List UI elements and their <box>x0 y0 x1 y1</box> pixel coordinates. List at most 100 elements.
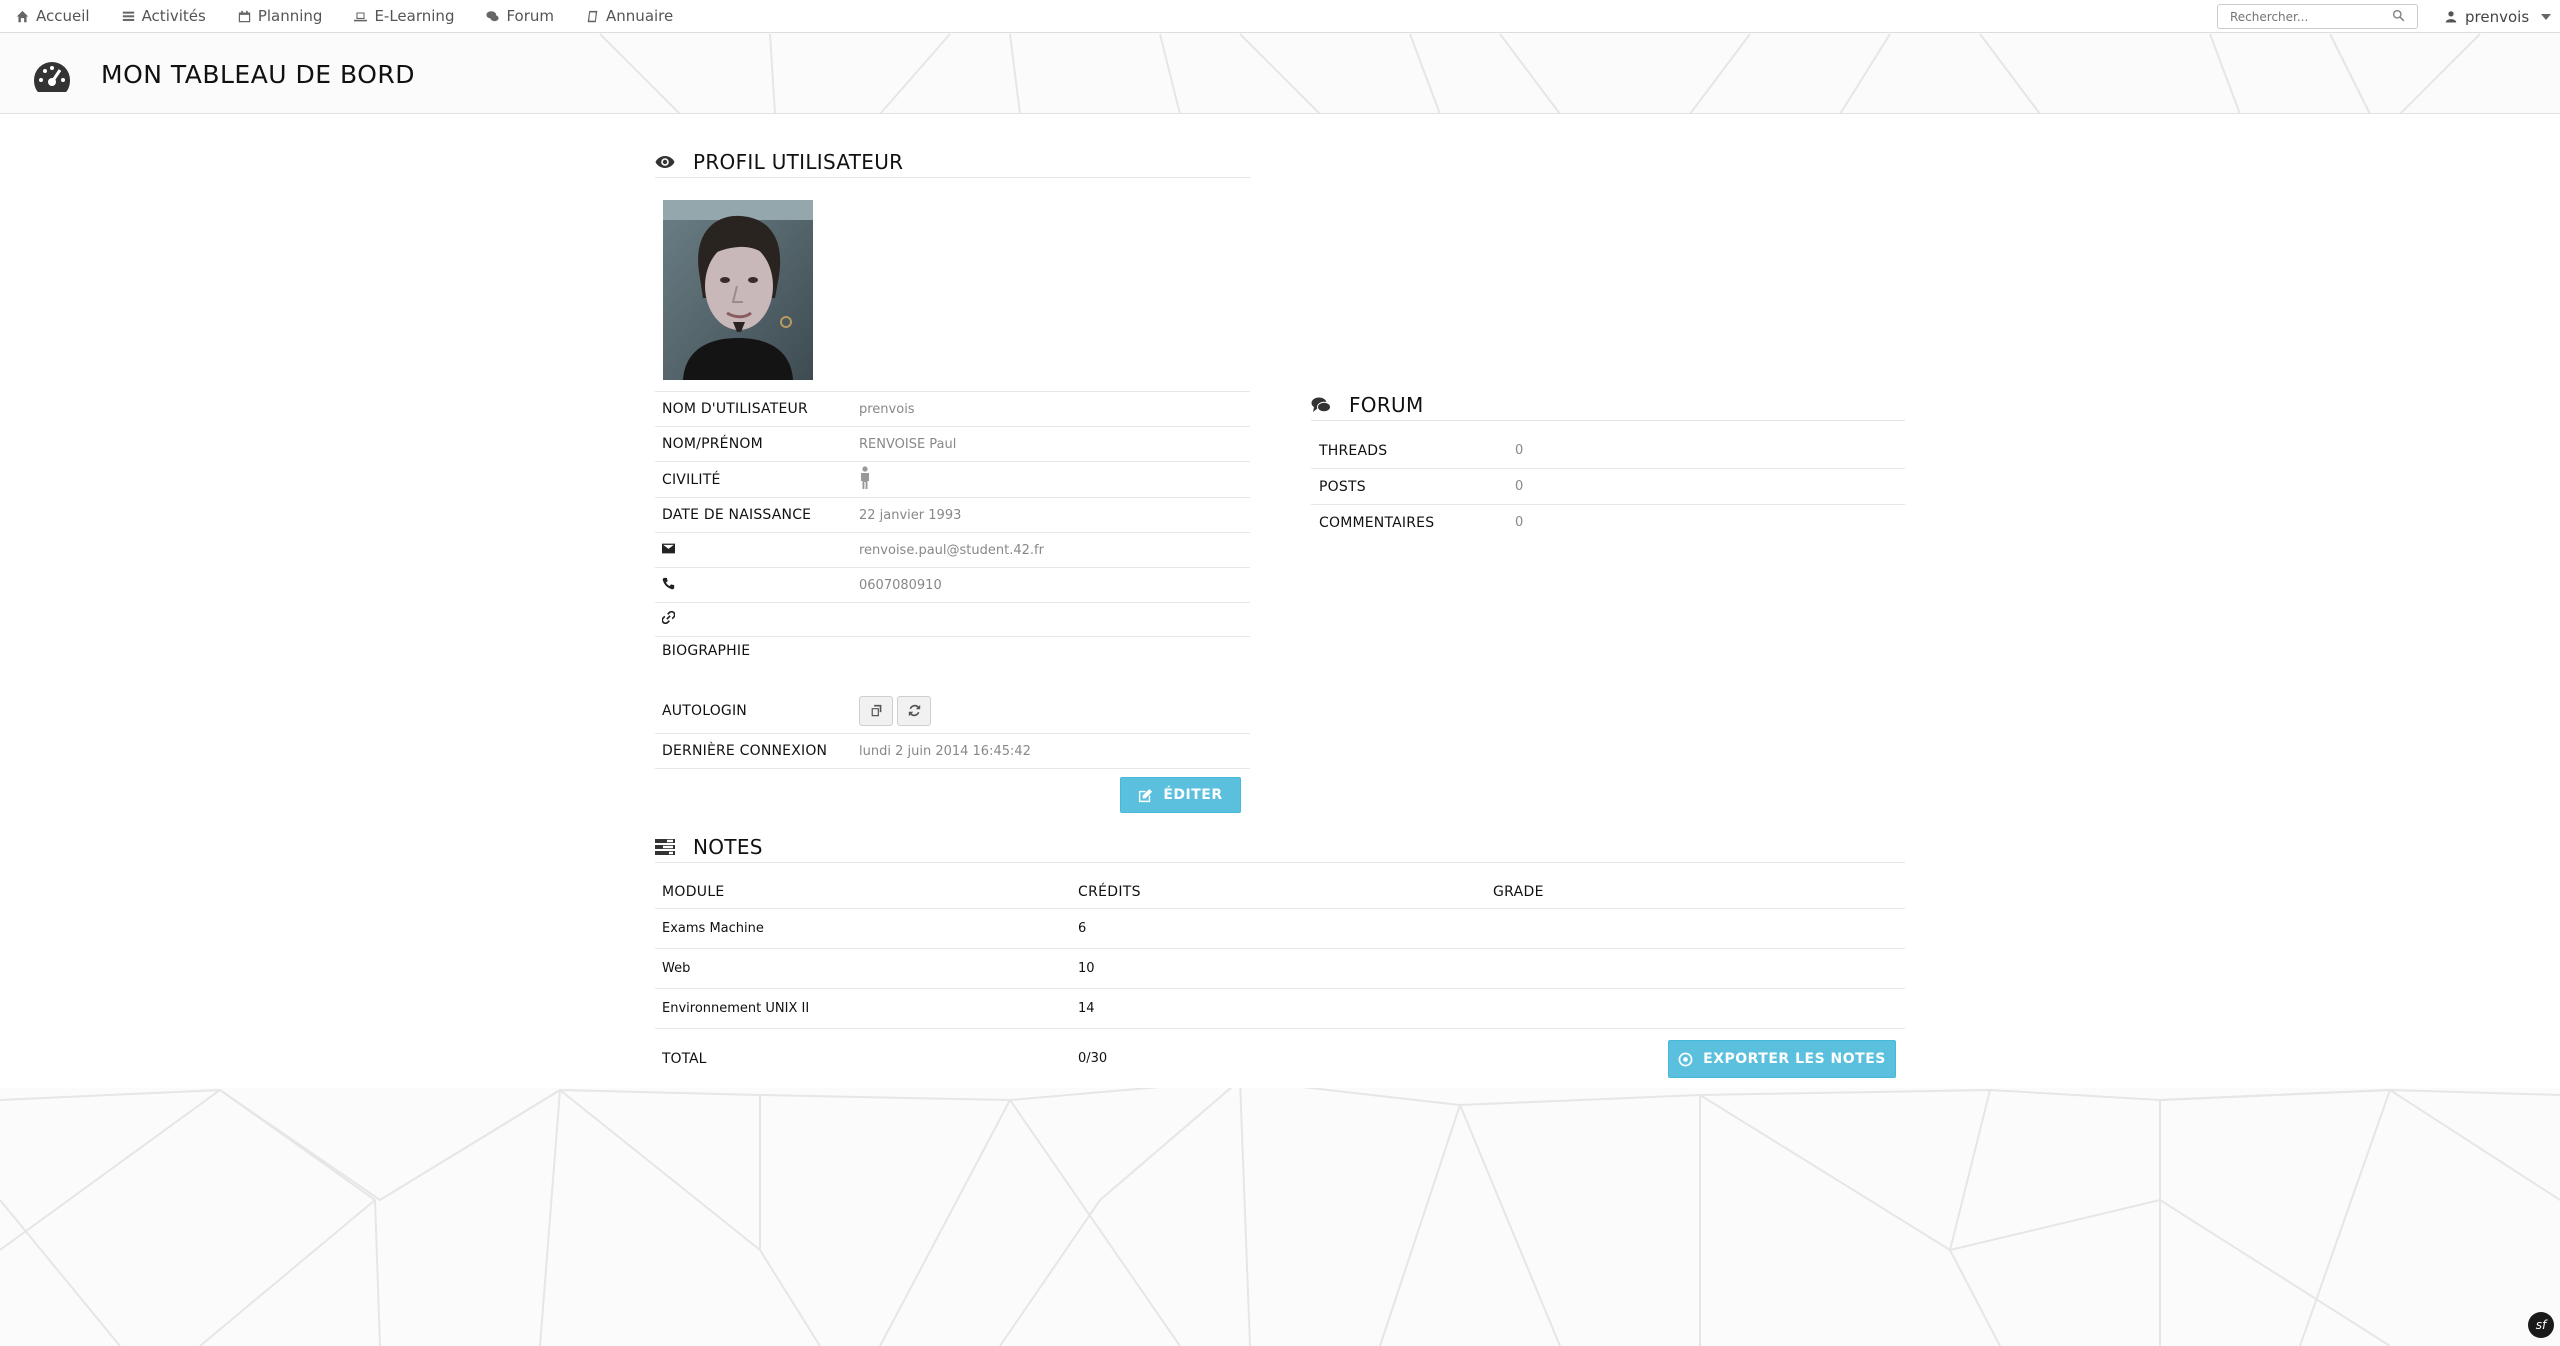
calendar-icon <box>238 10 251 22</box>
row-value <box>859 465 871 494</box>
row-value: RENVOISE Paul <box>859 436 957 452</box>
cell-credits: 6 <box>1078 921 1087 936</box>
link-icon <box>661 610 676 625</box>
row-value: 0 <box>1515 443 1524 458</box>
row-value: 22 janvier 1993 <box>859 507 962 523</box>
notes-section-title: NOTES <box>655 835 763 859</box>
user-menu[interactable]: prenvois <box>2445 0 2552 33</box>
notes-title: NOTES <box>693 835 763 859</box>
forum-row-comments: COMMENTAIRES 0 <box>1311 505 1905 540</box>
phone-icon <box>662 577 675 589</box>
profile-row-civility: CIVILITÉ <box>655 461 1250 497</box>
home-icon <box>16 10 29 22</box>
nav-item-forum[interactable]: Forum <box>470 0 570 33</box>
nav-item-label: Activités <box>141 7 206 25</box>
profile-row-username: NOM D'UTILISATEUR prenvois <box>655 391 1250 426</box>
row-label: DATE DE NAISSANCE <box>662 507 812 523</box>
comments-icon <box>1311 397 1331 413</box>
circle-icon <box>1678 1052 1693 1066</box>
divider <box>655 177 1250 178</box>
row-label: DERNIÈRE CONNEXION <box>662 743 828 759</box>
nav-item-label: Forum <box>506 7 555 25</box>
divider <box>1311 420 1905 421</box>
notes-table-header: MODULE CRÉDITS GRADE <box>655 876 1905 908</box>
row-value: 0 <box>1515 479 1524 494</box>
column-header-module: MODULE <box>662 884 725 900</box>
row-label: BIOGRAPHIE <box>662 643 751 659</box>
row-label: NOM D'UTILISATEUR <box>662 401 808 417</box>
total-label: TOTAL <box>662 1050 707 1067</box>
profile-row-link <box>655 602 1250 636</box>
nav-item-label: Annuaire <box>606 7 674 25</box>
refresh-button[interactable] <box>897 695 931 726</box>
cell-credits: 10 <box>1078 961 1095 976</box>
cell-module: Environnement UNIX II <box>662 1001 810 1016</box>
row-value: 0 <box>1515 515 1524 530</box>
cell-credits: 14 <box>1078 1001 1095 1016</box>
row-value: prenvois <box>859 401 915 417</box>
forum-section-title: FORUM <box>1311 393 1424 417</box>
forum-title: FORUM <box>1349 393 1424 417</box>
profile-row-birthdate: DATE DE NAISSANCE 22 janvier 1993 <box>655 497 1250 532</box>
list-icon <box>122 11 134 21</box>
edit-button[interactable]: ÉDITER <box>1120 777 1241 813</box>
search-icon[interactable] <box>2392 9 2405 22</box>
forum-row-posts: POSTS 0 <box>1311 469 1905 504</box>
copy-button[interactable] <box>859 695 893 726</box>
cell-module: Web <box>662 961 691 976</box>
forum-row-threads: THREADS 0 <box>1311 433 1905 468</box>
nav-item-label: E-Learning <box>374 7 455 25</box>
dashboard-icon <box>34 62 70 92</box>
profile-section-title: PROFIL UTILISATEUR <box>655 150 903 174</box>
cell-module: Exams Machine <box>662 921 764 936</box>
profile-row-name: NOM/PRÉNOM RENVOISE Paul <box>655 426 1250 461</box>
profile-row-email: renvoise.paul@student.42.fr <box>655 532 1250 567</box>
male-icon <box>861 465 869 489</box>
row-label: NOM/PRÉNOM <box>662 436 763 452</box>
row-label: THREADS <box>1319 442 1388 459</box>
row-label: CIVILITÉ <box>662 471 721 488</box>
laptop-icon <box>354 11 368 21</box>
nav-item-label: Planning <box>257 7 323 25</box>
row-label: AUTOLOGIN <box>662 702 747 719</box>
table-row: Web 10 <box>655 948 1905 988</box>
row-label: COMMENTAIRES <box>1319 514 1435 531</box>
column-header-credits: CRÉDITS <box>1078 884 1141 900</box>
column-header-grade: GRADE <box>1493 884 1544 900</box>
page-title: MON TABLEAU DE BORD <box>101 60 416 89</box>
nav-item-accueil[interactable]: Accueil <box>0 0 106 33</box>
nav-item-elearning[interactable]: E-Learning <box>338 0 470 33</box>
row-label: POSTS <box>1319 478 1366 495</box>
page-header: MON TABLEAU DE BORD <box>0 34 2560 114</box>
profile-row-bio: BIOGRAPHIE <box>655 636 1250 688</box>
divider <box>655 862 1905 863</box>
profile-row-autologin: AUTOLOGIN <box>655 688 1250 733</box>
divider <box>655 768 1250 769</box>
export-label: EXPORTER LES NOTES <box>1703 1051 1886 1067</box>
profile-row-phone: 0607080910 <box>655 567 1250 602</box>
nav-item-annuaire[interactable]: Annuaire <box>570 0 689 33</box>
nav-item-planning[interactable]: Planning <box>222 0 339 33</box>
row-value: 0607080910 <box>859 577 942 593</box>
total-value: 0/30 <box>1078 1051 1108 1066</box>
email-link[interactable]: renvoise.paul@student.42.fr <box>859 543 1044 558</box>
search-input[interactable] <box>2217 4 2418 29</box>
edit-icon <box>1139 788 1153 802</box>
username-label: prenvois <box>2465 7 2530 26</box>
table-row: Exams Machine 6 <box>655 908 1905 948</box>
refresh-icon <box>908 704 920 717</box>
avatar <box>663 200 813 380</box>
user-icon <box>2445 11 2457 23</box>
profile-title: PROFIL UTILISATEUR <box>693 150 904 174</box>
edit-label: ÉDITER <box>1163 787 1223 803</box>
chevron-down-icon <box>2541 13 2552 20</box>
top-navbar: Accueil Activités Planning E-Learning Fo… <box>0 0 2560 33</box>
symfony-toolbar-icon[interactable]: sf <box>2528 1312 2554 1338</box>
table-row: Environnement UNIX II 14 <box>655 988 1905 1028</box>
nav-item-activites[interactable]: Activités <box>106 0 222 33</box>
row-value: lundi 2 juin 2014 16:45:42 <box>859 743 1031 759</box>
copy-icon <box>871 704 881 717</box>
export-notes-button[interactable]: EXPORTER LES NOTES <box>1668 1040 1896 1078</box>
nav-item-label: Accueil <box>36 7 90 25</box>
comments-icon <box>486 10 500 21</box>
